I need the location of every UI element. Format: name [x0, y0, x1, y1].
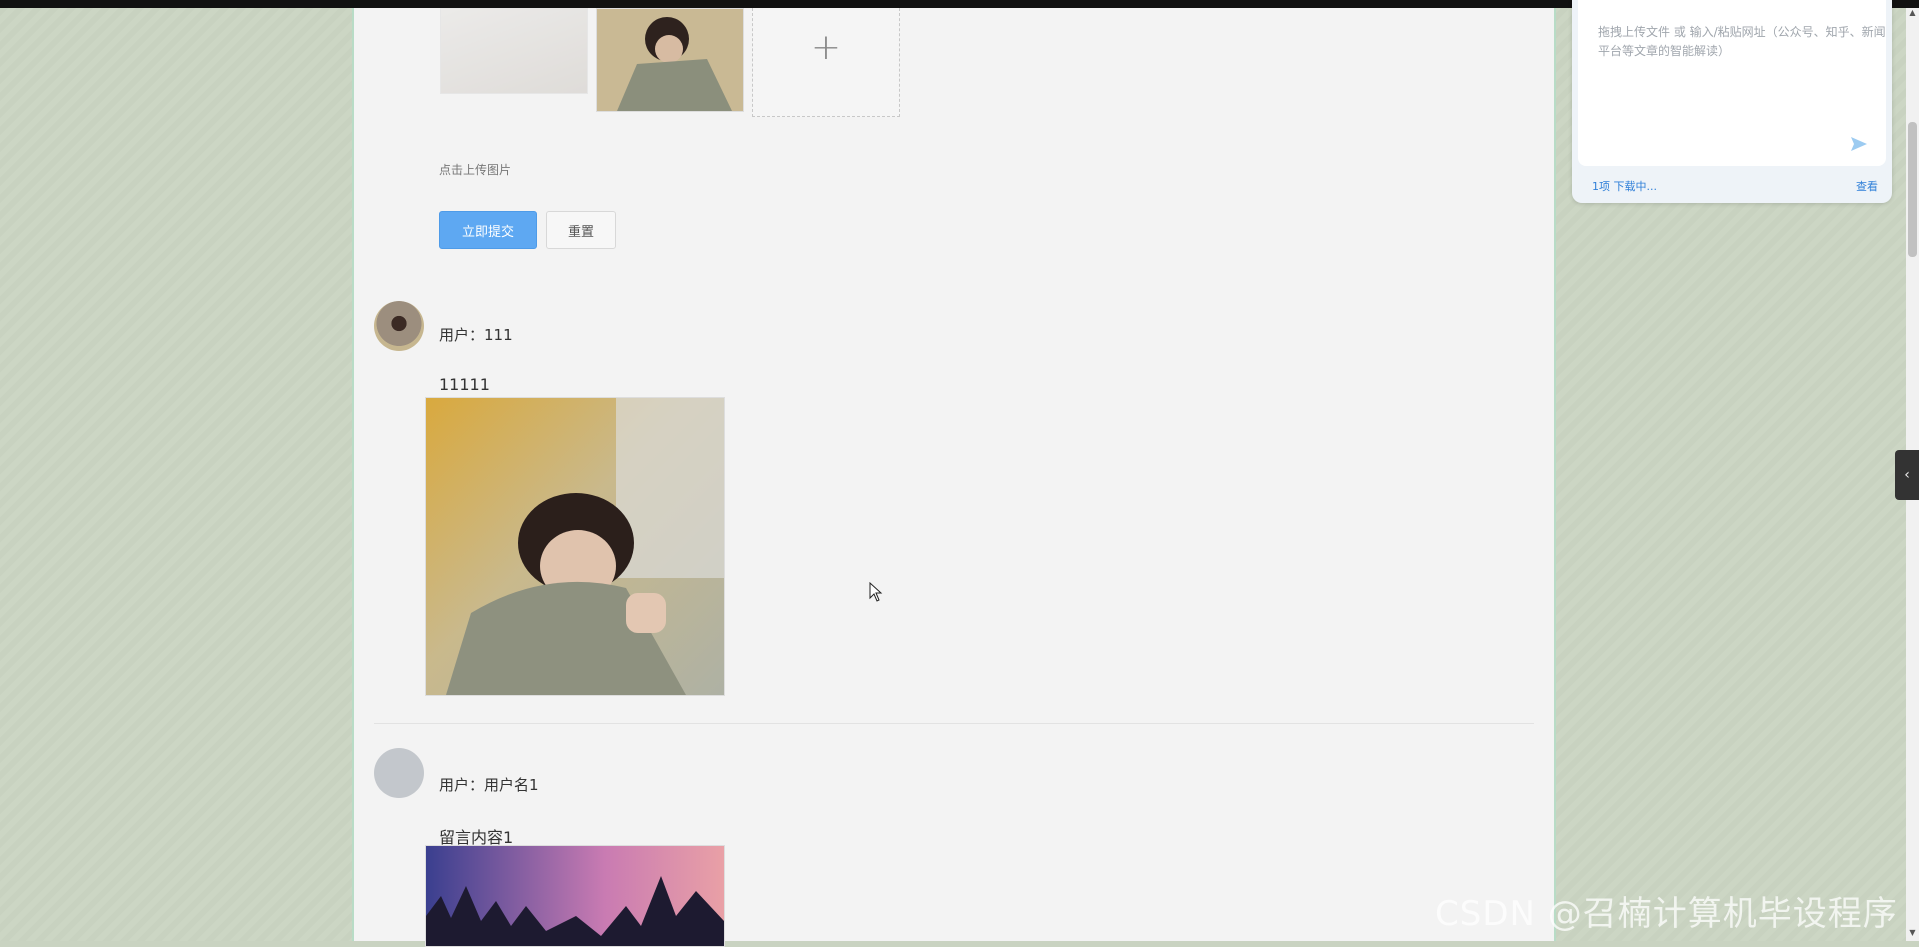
avatar — [374, 748, 424, 798]
message-content: 11111 — [439, 375, 490, 394]
plus-icon: + — [810, 26, 842, 68]
scrollbar-thumb[interactable] — [1908, 122, 1917, 257]
message-username: 用户：111 — [439, 326, 513, 344]
message-divider — [374, 723, 1534, 724]
message-photo — [426, 398, 724, 695]
mouse-cursor-icon — [869, 582, 883, 602]
message-username: 用户：用户名1 — [439, 776, 539, 794]
uploaded-thumbnail-2[interactable] — [596, 8, 744, 112]
send-icon[interactable] — [1850, 136, 1868, 152]
scroll-up-icon[interactable]: ▲ — [1906, 8, 1919, 20]
uploaded-thumbnail-1[interactable] — [440, 8, 588, 94]
message-photo — [426, 846, 724, 946]
reset-button[interactable]: 重置 — [546, 211, 616, 249]
main-content-panel: + 点击上传图片 立即提交 重置 用户：111 11111 用户：用户名1 留言 — [352, 8, 1556, 947]
upload-add-button[interactable]: + — [752, 8, 900, 117]
view-downloads-link[interactable]: 查看 — [1856, 178, 1878, 194]
assistant-panel: 拖拽上传文件 或 输入/粘贴网址（公众号、知乎、新闻平台等文章的智能解读） 1项… — [1572, 0, 1892, 203]
avatar — [374, 301, 424, 351]
upload-tip: 点击上传图片 — [439, 163, 512, 177]
thumbnail-photo — [597, 9, 743, 111]
assistant-input-placeholder[interactable]: 拖拽上传文件 或 输入/粘贴网址（公众号、知乎、新闻平台等文章的智能解读） — [1598, 23, 1888, 61]
submit-button[interactable]: 立即提交 — [439, 211, 537, 249]
message-image[interactable] — [425, 845, 725, 947]
message-image[interactable] — [425, 397, 725, 696]
sidebar-toggle-button[interactable]: ‹ — [1895, 450, 1919, 500]
chevron-left-icon: ‹ — [1904, 467, 1910, 483]
scroll-down-icon[interactable]: ▼ — [1906, 928, 1919, 940]
assistant-input-area[interactable]: 拖拽上传文件 或 输入/粘贴网址（公众号、知乎、新闻平台等文章的智能解读） — [1578, 0, 1886, 166]
download-status: 1项 下载中... — [1592, 180, 1657, 193]
watermark: CSDN @召楠计算机毕设程序 — [1435, 894, 1898, 934]
